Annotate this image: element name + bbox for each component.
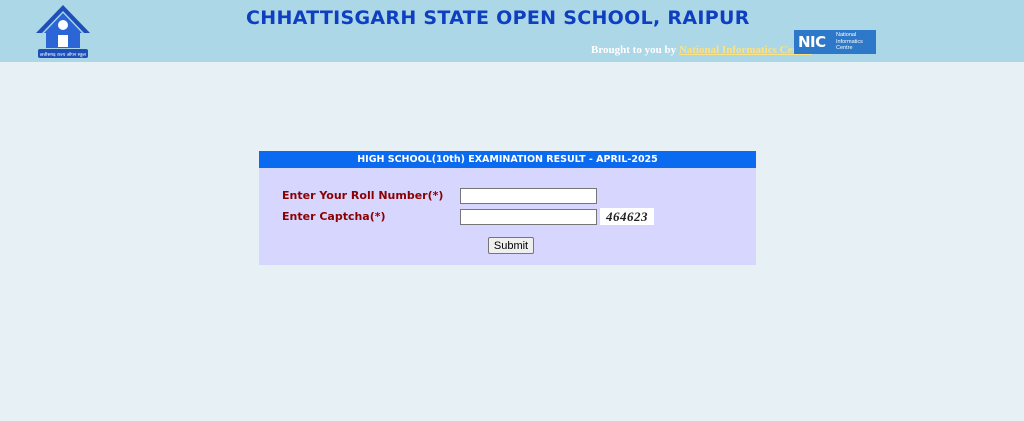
nic-logo[interactable]: NIC National Informatics Centre <box>794 30 876 54</box>
cgsos-logo: छत्तीसगढ़ राज्य ओपन स्कूल <box>36 5 90 58</box>
submit-button[interactable]: Submit <box>488 237 534 254</box>
logo-caption: छत्तीसगढ़ राज्य ओपन स्कूल <box>40 51 87 58</box>
nic-link[interactable]: National Informatics Centre <box>679 44 812 56</box>
roll-number-label: Enter Your Roll Number(*) <box>282 189 444 202</box>
site-title: CHHATTISGARH STATE OPEN SCHOOL, RAIPUR <box>246 7 750 29</box>
captcha-input[interactable] <box>460 209 597 225</box>
nic-mark: NIC <box>798 33 826 51</box>
credit-prefix: Brought to you by <box>591 44 677 56</box>
result-form-panel: HIGH SCHOOL(10th) EXAMINATION RESULT - A… <box>259 151 756 265</box>
roll-number-input[interactable] <box>460 188 597 204</box>
form-heading: HIGH SCHOOL(10th) EXAMINATION RESULT - A… <box>259 151 756 168</box>
credit-line: Brought to you by National Informatics C… <box>591 44 812 56</box>
captcha-label: Enter Captcha(*) <box>282 210 386 223</box>
nic-logo-text: National Informatics Centre <box>836 32 863 51</box>
captcha-image: 464623 <box>600 208 654 225</box>
site-header: छत्तीसगढ़ राज्य ओपन स्कूल CHHATTISGARH S… <box>0 0 1024 62</box>
